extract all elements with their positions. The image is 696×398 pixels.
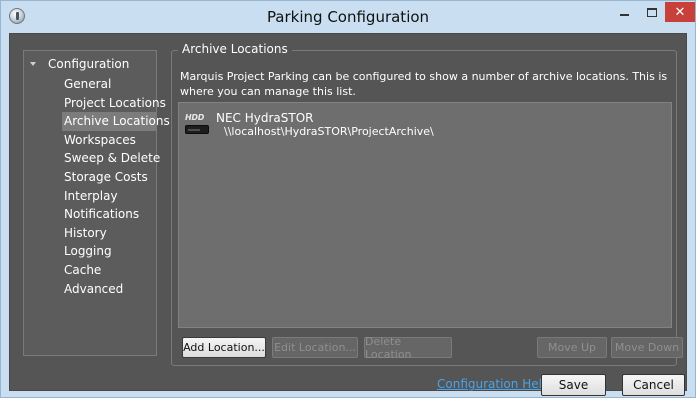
sidebar-item-sweep-delete[interactable]: Sweep & Delete — [62, 149, 168, 168]
maximize-icon — [647, 7, 657, 17]
cancel-button[interactable]: Cancel — [622, 374, 685, 396]
tree-root-label: Configuration — [48, 57, 130, 71]
window-title: Parking Configuration — [266, 8, 430, 26]
configuration-tree: Configuration General Project Locations … — [23, 50, 170, 356]
configuration-help-link[interactable]: Configuration Help — [437, 377, 550, 391]
add-location-button[interactable]: Add Location... — [182, 337, 266, 358]
sidebar-item-notifications[interactable]: Notifications — [62, 205, 168, 224]
sidebar-item-general[interactable]: General — [62, 75, 168, 94]
save-button[interactable]: Save — [541, 374, 606, 396]
location-name: NEC HydraSTOR — [216, 111, 314, 125]
sidebar-item-history[interactable]: History — [62, 224, 168, 243]
sidebar-item-advanced[interactable]: Advanced — [62, 280, 168, 299]
sidebar-item-storage-costs[interactable]: Storage Costs — [62, 168, 168, 187]
sidebar-item-workspaces[interactable]: Workspaces — [62, 131, 168, 150]
delete-location-button[interactable]: Delete Location — [364, 335, 452, 361]
maximize-button[interactable] — [639, 2, 665, 22]
location-path: \\localhost\HydraSTOR\ProjectArchive\ — [224, 125, 434, 138]
edit-location-button[interactable]: Edit Location... — [272, 337, 358, 358]
hdd-icon-label: HDD — [185, 113, 205, 122]
archive-description: Marquis Project Parking can be configure… — [180, 70, 668, 98]
archive-locations-group: Archive Locations Marquis Project Parkin… — [171, 42, 683, 366]
move-down-button[interactable]: Move Down — [611, 337, 683, 358]
close-button[interactable]: ✕ — [665, 2, 695, 22]
tree-items: General Project Locations Archive Locati… — [62, 75, 170, 299]
hdd-icon: HDD — [185, 113, 209, 135]
tree-root-configuration[interactable]: Configuration — [30, 57, 129, 71]
archive-location-list[interactable]: HDD NEC HydraSTOR \\localhost\HydraSTOR\… — [178, 102, 672, 328]
sidebar-item-archive-locations[interactable]: Archive Locations — [62, 112, 170, 131]
list-item[interactable]: HDD NEC HydraSTOR \\localhost\HydraSTOR\… — [185, 111, 434, 139]
collapse-caret-icon[interactable] — [30, 62, 36, 66]
minimize-icon — [619, 14, 629, 16]
client-area: Configuration General Project Locations … — [9, 33, 687, 396]
sidebar-item-logging[interactable]: Logging — [62, 242, 168, 261]
title-bar[interactable]: Parking Configuration ✕ — [1, 1, 695, 33]
sidebar-item-project-locations[interactable]: Project Locations — [62, 94, 168, 113]
move-up-button[interactable]: Move Up — [537, 337, 607, 358]
close-icon: ✕ — [674, 4, 686, 20]
parking-configuration-window: Parking Configuration ✕ Configuration Ge… — [0, 0, 696, 398]
group-legend: Archive Locations — [178, 42, 292, 56]
sidebar-item-cache[interactable]: Cache — [62, 261, 168, 280]
sidebar-item-interplay[interactable]: Interplay — [62, 187, 168, 206]
minimize-button[interactable] — [611, 2, 637, 22]
